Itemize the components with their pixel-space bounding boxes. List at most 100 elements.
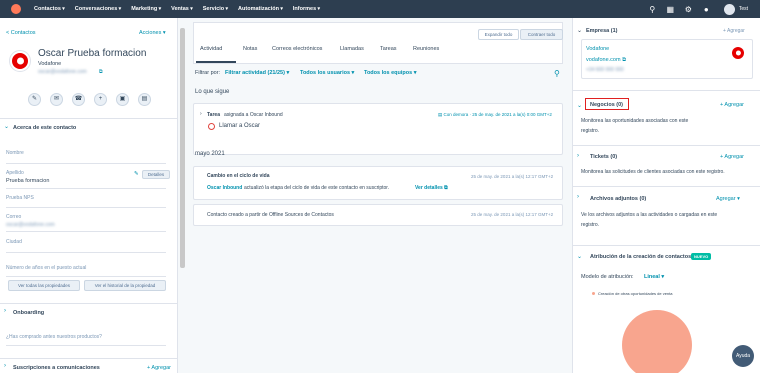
add-subscription-link[interactable]: + Agregar <box>147 365 171 371</box>
contact-name[interactable]: Oscar Prueba formacion <box>38 48 146 59</box>
contact-email[interactable]: oscar@vodafone.com <box>38 69 87 75</box>
task-due-date[interactable]: ▤ Con demora · 25 de may. de 2021 a la(s… <box>438 112 552 118</box>
attribution-pie-chart[interactable] <box>622 310 692 373</box>
chevron-down-icon[interactable]: ⌄ <box>577 27 582 34</box>
tab-tareas[interactable]: Tareas <box>380 46 397 52</box>
archivos-description-1: Ve los archivos adjuntos a las actividad… <box>581 212 718 218</box>
user-avatar[interactable] <box>723 3 735 15</box>
details-button[interactable]: Detalles <box>142 170 170 179</box>
tab-reuniones[interactable]: Reuniones <box>413 46 439 52</box>
company-name-link[interactable]: Vodafone <box>586 46 609 52</box>
vodafone-logo <box>732 47 744 59</box>
property-history-button[interactable]: Ver el historial de la propiedad <box>84 280 166 291</box>
user-menu[interactable]: Test <box>739 6 748 12</box>
top-nav: Contactos Conversaciones Marketing Venta… <box>0 0 760 18</box>
chevron-right-icon[interactable]: › <box>200 111 202 117</box>
field-value-apellido[interactable]: Prueba formacion <box>6 178 49 184</box>
lifecycle-text: actualizó la etapa del ciclo de vida de … <box>244 185 390 191</box>
lifecycle-user-link[interactable]: Oscar Inbound <box>207 185 242 191</box>
tickets-section-title[interactable]: Tickets (0) <box>590 154 617 160</box>
chevron-right-icon[interactable]: › <box>577 153 579 159</box>
archivos-add-dropdown[interactable]: Agregar ▾ <box>716 196 740 202</box>
calendar-icon[interactable]: ▤ <box>138 93 151 106</box>
copy-icon[interactable]: ⧉ <box>99 69 103 75</box>
view-details-link[interactable]: Ver detalles ⧉ <box>415 185 448 191</box>
hubspot-logo[interactable] <box>11 4 21 14</box>
actions-dropdown[interactable]: Acciones ▾ <box>139 30 166 36</box>
field-label-nombre: Nombre <box>6 150 24 156</box>
about-section-title[interactable]: Acerca de este contacto <box>13 125 76 131</box>
task-card <box>193 103 563 155</box>
associations-sidebar: ⌄ Empresa (1) + Agregar Vodafone vodafon… <box>572 18 760 373</box>
field-label-correo: Correo <box>6 214 22 220</box>
nav-informes[interactable]: Informes <box>293 6 320 12</box>
field-label-anos: Número de años en el puesto actual <box>6 265 87 271</box>
filter-teams-dropdown[interactable]: Todos los equipos ▾ <box>364 70 416 76</box>
note-icon[interactable]: ✎ <box>28 93 41 106</box>
created-text: Contacto creado a partir de Offline Sour… <box>207 212 334 218</box>
field-label-ciudad: Ciudad <box>6 239 22 245</box>
chevron-right-icon[interactable]: › <box>4 363 6 369</box>
empresa-add-link[interactable]: + Agregar <box>723 28 745 34</box>
tab-notas[interactable]: Notas <box>243 46 257 52</box>
task-icon[interactable]: + <box>94 93 107 106</box>
nav-contactos[interactable]: Contactos <box>34 6 65 12</box>
meeting-icon[interactable]: ▣ <box>116 93 129 106</box>
model-label: Modelo de atribución: <box>581 274 634 280</box>
chevron-right-icon[interactable]: › <box>577 194 579 200</box>
task-complete-checkbox[interactable] <box>208 123 215 130</box>
expand-all-button[interactable]: Expandir todo <box>478 29 519 40</box>
marketplace-icon[interactable]: ▦ <box>666 5 675 14</box>
email-icon[interactable]: ✉ <box>50 93 63 106</box>
contact-sidebar: < Contactos Acciones ▾ Oscar Prueba form… <box>0 18 178 373</box>
onboarding-question: ¿Has comprado antes nuestros productos? <box>6 334 102 340</box>
negocios-section-title[interactable]: Negocios (0) <box>590 102 623 108</box>
legend-swatch <box>592 292 595 295</box>
scrollbar[interactable] <box>180 28 185 268</box>
tab-correos[interactable]: Correos electrónicos <box>272 46 322 52</box>
lifecycle-card <box>193 166 563 200</box>
contact-company: Vodafone <box>38 61 62 67</box>
onboarding-section-title[interactable]: Onboarding <box>13 310 44 316</box>
model-dropdown[interactable]: Lineal ▾ <box>644 274 664 280</box>
chevron-down-icon[interactable]: ⌄ <box>577 102 582 109</box>
lifecycle-title: Cambio en el ciclo de vida <box>207 173 270 179</box>
nav-servicio[interactable]: Servicio <box>203 6 228 12</box>
filter-users-dropdown[interactable]: Todos los usuarios ▾ <box>300 70 354 76</box>
nav-conversaciones[interactable]: Conversaciones <box>75 6 121 12</box>
lifecycle-date: 25 de may. de 2021 a la(s) 12:17 GMT+2 <box>471 174 554 179</box>
task-assigned: asignada a Oscar Inbound <box>224 112 283 118</box>
tickets-add-link[interactable]: + Agregar <box>720 154 744 160</box>
created-date: 25 de may. de 2021 a la(s) 12:17 GMT+2 <box>471 212 554 217</box>
field-value-correo[interactable]: oscar@vodafone.com <box>6 222 55 228</box>
negocios-add-link[interactable]: + Agregar <box>720 102 744 108</box>
nav-marketing[interactable]: Marketing <box>131 6 161 12</box>
tab-actividad[interactable]: Actividad <box>200 46 222 52</box>
help-button[interactable]: Ayuda <box>732 345 754 367</box>
company-url-link[interactable]: vodafone.com ⧉ <box>586 57 626 64</box>
atribucion-section-title[interactable]: Atribución de la creación de contactos <box>590 254 691 260</box>
search-icon[interactable]: ⚲ <box>648 5 657 14</box>
filter-activity-dropdown[interactable]: Filtrar actividad (21/25) ▾ <box>225 70 289 76</box>
nav-ventas[interactable]: Ventas <box>171 6 193 12</box>
tickets-description: Monitorea las solicitudes de clientes as… <box>581 169 725 175</box>
chevron-down-icon[interactable]: ⌄ <box>577 253 582 260</box>
tab-llamadas[interactable]: Llamadas <box>340 46 364 52</box>
chevron-right-icon[interactable]: › <box>4 308 6 314</box>
search-icon[interactable]: ⚲ <box>554 69 560 78</box>
back-to-contacts-link[interactable]: < Contactos <box>6 30 36 36</box>
settings-icon[interactable]: ⚙ <box>684 5 693 14</box>
nav-automatizacion[interactable]: Automatización <box>238 6 283 12</box>
chevron-down-icon[interactable]: ⌄ <box>4 123 9 130</box>
notifications-icon[interactable]: ● <box>702 5 711 14</box>
call-icon[interactable]: ☎ <box>72 93 85 106</box>
empresa-section-title[interactable]: Empresa (1) <box>586 28 618 34</box>
subscriptions-section-title[interactable]: Suscripciones a comunicaciones <box>13 365 100 371</box>
company-phone: +34 600 000 000 <box>586 67 624 73</box>
archivos-section-title[interactable]: Archivos adjuntos (0) <box>590 196 646 202</box>
task-title[interactable]: Llamar a Oscar <box>219 123 260 129</box>
view-all-properties-button[interactable]: Ver todas las propiedades <box>8 280 80 291</box>
field-label-nps: Prueba NPS <box>6 195 34 201</box>
collapse-all-button[interactable]: Contraer todo <box>520 29 563 40</box>
edit-icon[interactable]: ✎ <box>134 171 139 177</box>
